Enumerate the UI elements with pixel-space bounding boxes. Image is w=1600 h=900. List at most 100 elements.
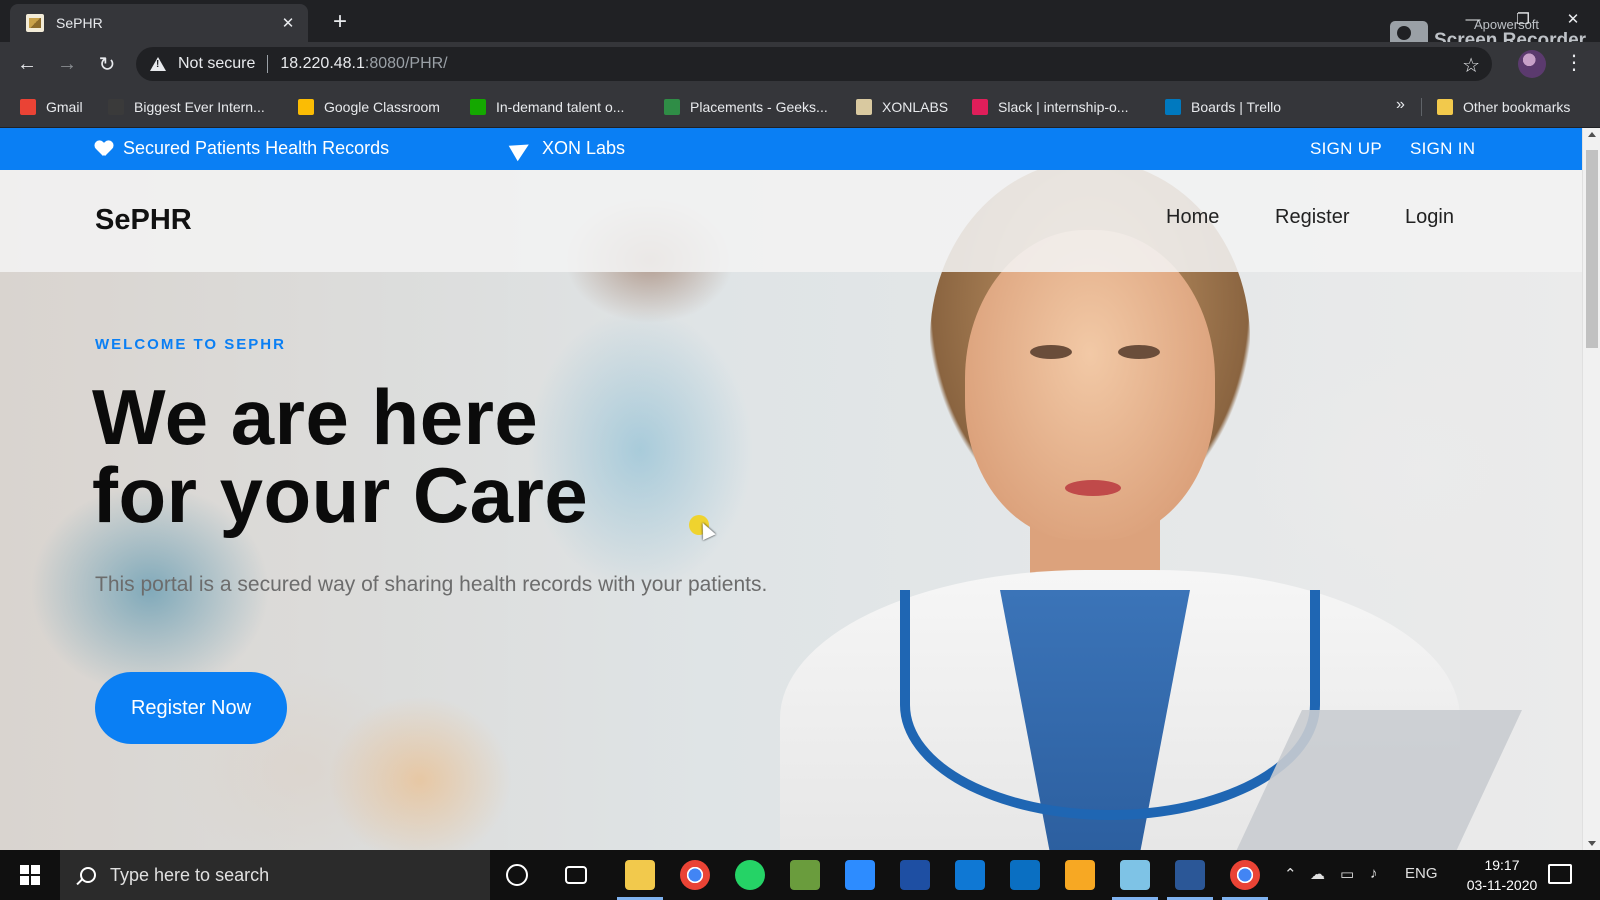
upwork-icon [470, 99, 486, 115]
tab-close-icon[interactable]: ✕ [278, 13, 298, 33]
bookmark-trello[interactable]: Boards | Trello [1165, 96, 1281, 118]
security-indicator[interactable]: Not secure [178, 55, 255, 73]
register-now-button[interactable]: Register Now [95, 672, 287, 744]
scroll-up-icon[interactable] [1588, 132, 1596, 137]
scroll-down-icon[interactable] [1588, 841, 1596, 846]
hero-eyebrow: WELCOME TO SEPHR [95, 336, 286, 353]
cortana-icon[interactable] [506, 864, 528, 886]
clock-time: 19:17 [1484, 857, 1520, 873]
slack-icon [972, 99, 988, 115]
headline-line-2: for your Care [92, 451, 589, 539]
search-placeholder: Type here to search [110, 864, 270, 885]
chrome-icon[interactable] [1222, 860, 1268, 900]
bookmark-label: Google Classroom [324, 99, 440, 115]
bookmark-label: Gmail [46, 99, 83, 115]
url-host[interactable]: 18.220.48.1 [280, 55, 365, 73]
minimize-button[interactable]: — [1460, 6, 1486, 32]
bookmark-xonlabs[interactable]: XONLABS [856, 96, 948, 118]
action-center-icon[interactable] [1548, 864, 1572, 884]
media-player-icon[interactable] [1065, 860, 1095, 890]
site-top-bar: Secured Patients Health Records XON Labs… [0, 128, 1582, 170]
battery-icon[interactable]: ▭ [1340, 865, 1354, 883]
outlook-icon[interactable] [955, 860, 985, 890]
close-window-button[interactable]: ✕ [1560, 6, 1586, 32]
url-path[interactable]: :8080/PHR/ [365, 55, 448, 73]
address-separator [267, 55, 269, 73]
forward-button[interactable]: → [53, 50, 81, 78]
site-header: SePHR Home Register Login [0, 170, 1582, 272]
chrome-icon[interactable] [680, 860, 710, 890]
tagline-text: Secured Patients Health Records [123, 138, 390, 158]
vscode-icon[interactable] [1010, 860, 1040, 890]
bookmark-label: In-demand talent o... [496, 99, 625, 115]
more-bookmarks-icon[interactable]: » [1396, 96, 1405, 114]
zoom-icon[interactable] [845, 860, 875, 890]
bookmark-star-icon[interactable]: ☆ [1462, 53, 1480, 78]
language-indicator[interactable]: ENG [1405, 865, 1438, 882]
browser-toolbar: ← → ↻ Not secure 18.220.48.1 :8080/PHR/ … [0, 42, 1600, 86]
hero-description: This portal is a secured way of sharing … [95, 573, 768, 596]
app-icon[interactable] [790, 860, 820, 890]
nav-home[interactable]: Home [1166, 206, 1219, 229]
heart-icon [95, 141, 113, 157]
browser-tab[interactable]: SePHR ✕ [10, 4, 308, 42]
browser-tab-strip: SePHR ✕ + Apowersoft Screen Recorder — ❐… [0, 0, 1600, 50]
address-bar[interactable]: Not secure 18.220.48.1 :8080/PHR/ ☆ [136, 47, 1492, 81]
scrollbar-thumb[interactable] [1586, 150, 1598, 348]
other-bookmarks[interactable]: Other bookmarks [1437, 96, 1570, 118]
show-hidden-icons-icon[interactable]: ⌃ [1284, 865, 1297, 883]
folder-icon [1437, 99, 1453, 115]
file-explorer-icon[interactable] [617, 860, 663, 900]
tab-title: SePHR [56, 15, 103, 31]
bookmark-geeksforgeeks[interactable]: Placements - Geeks... [664, 96, 828, 118]
headline-line-1: We are here [92, 373, 539, 461]
reload-button[interactable]: ↻ [93, 50, 121, 78]
bookmark-upwork[interactable]: In-demand talent o... [470, 96, 624, 118]
warning-icon[interactable] [150, 57, 166, 71]
volume-icon[interactable]: ♪ [1370, 865, 1378, 882]
whatsapp-icon[interactable] [735, 860, 765, 890]
bookmarks-divider [1421, 98, 1422, 116]
bookmark-label: Biggest Ever Intern... [134, 99, 265, 115]
company-text: XON Labs [542, 138, 626, 158]
hero-section: SePHR Home Register Login WELCOME TO SEP… [0, 170, 1582, 850]
bookmark-label: Slack | internship-o... [998, 99, 1129, 115]
classroom-icon [298, 99, 314, 115]
paper-plane-icon [508, 136, 534, 161]
bookmark-label: Placements - Geeks... [690, 99, 828, 115]
bookmark-slack[interactable]: Slack | internship-o... [972, 96, 1128, 118]
sign-up-link[interactable]: SIGN UP [1310, 139, 1382, 159]
system-clock[interactable]: 19:17 03-11-2020 [1462, 855, 1542, 895]
sign-in-link[interactable]: SIGN IN [1410, 139, 1475, 159]
doctor-photo [700, 170, 1522, 850]
company-link[interactable]: XON Labs [508, 136, 626, 161]
onedrive-icon[interactable]: ☁ [1310, 865, 1325, 883]
bookmark-internshala[interactable]: Biggest Ever Intern... [108, 96, 265, 118]
app-icon[interactable] [1167, 860, 1213, 900]
xonlabs-icon [856, 99, 872, 115]
geeksforgeeks-icon [664, 99, 680, 115]
page-viewport: Secured Patients Health Records XON Labs… [0, 128, 1582, 850]
page-scrollbar[interactable] [1582, 128, 1600, 850]
app-icon[interactable] [1112, 860, 1158, 900]
profile-avatar[interactable] [1518, 50, 1546, 78]
task-view-icon[interactable] [565, 866, 587, 884]
gmail-icon [20, 99, 36, 115]
new-tab-button[interactable]: + [326, 8, 354, 36]
windows-taskbar: Type here to search ⌃ ☁ ▭ ♪ ENG 19:17 03… [0, 850, 1600, 900]
site-logo[interactable]: SePHR [95, 204, 192, 237]
hero-headline: We are here for your Care [92, 378, 588, 534]
taskbar-search[interactable]: Type here to search [60, 850, 490, 900]
browser-menu-icon[interactable]: ⋮ [1563, 50, 1585, 75]
back-button[interactable]: ← [13, 50, 41, 78]
restore-button[interactable]: ❐ [1510, 6, 1536, 32]
bookmark-google-classroom[interactable]: Google Classroom [298, 96, 440, 118]
windows-start-icon[interactable] [20, 865, 40, 885]
nav-login[interactable]: Login [1405, 206, 1454, 229]
dev-icon[interactable] [900, 860, 930, 890]
clock-date: 03-11-2020 [1466, 877, 1538, 893]
bookmark-label: XONLABS [882, 99, 949, 115]
internshala-icon [108, 99, 124, 115]
nav-register[interactable]: Register [1275, 206, 1349, 229]
bookmark-gmail[interactable]: Gmail [20, 96, 83, 118]
